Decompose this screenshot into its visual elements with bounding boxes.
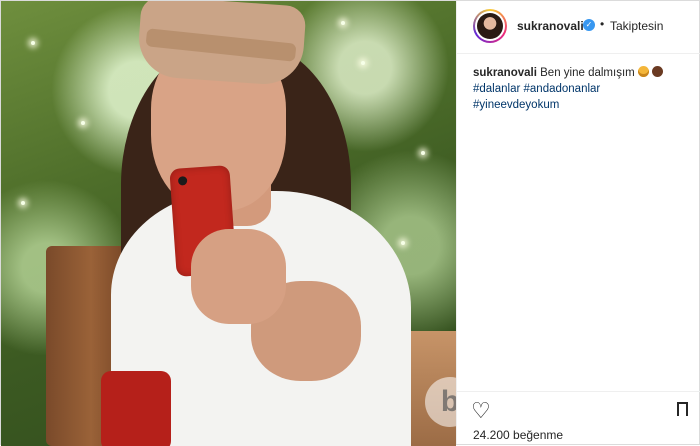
instagram-post: b sukranovali ✓ • Takiptesin sukranovali… (0, 0, 700, 446)
post-header: sukranovali ✓ • Takiptesin (457, 1, 700, 54)
light-sparkle (341, 21, 345, 25)
light-sparkle (421, 151, 425, 155)
avatar[interactable] (473, 9, 507, 43)
username-link[interactable]: sukranovali (517, 19, 584, 33)
light-sparkle (31, 41, 35, 45)
profile-picture (477, 13, 503, 39)
post-photo[interactable]: b (1, 1, 456, 446)
avatar-frame (475, 11, 505, 41)
see-no-evil-monkey-emoji-icon (651, 66, 663, 77)
likes-count[interactable]: 24.200 beğenme (473, 428, 563, 442)
caption-text: Ben yine dalmışım (540, 67, 635, 79)
camera-lens (177, 176, 188, 186)
red-bag (101, 371, 171, 446)
post-caption: sukranovali Ben yine dalmışım #dalanlar … (473, 65, 688, 113)
hand (191, 229, 286, 324)
light-sparkle (361, 61, 365, 65)
light-sparkle (21, 201, 25, 205)
follow-status-button[interactable]: Takiptesin (610, 19, 663, 33)
post-actions: ♡ 24.200 beğenme (457, 391, 700, 444)
separator-dot: • (600, 17, 605, 31)
light-sparkle (401, 241, 405, 245)
light-sparkle (81, 121, 85, 125)
like-heart-icon[interactable]: ♡ (471, 400, 491, 422)
save-bookmark-icon[interactable] (677, 402, 688, 421)
hashtags-link[interactable]: #dalanlar #andadonanlar #yineevdeyokum (473, 83, 600, 111)
post-sidebar: sukranovali ✓ • Takiptesin sukranovali B… (456, 1, 700, 444)
verified-badge-icon: ✓ (583, 19, 595, 31)
caption-username-link[interactable]: sukranovali (473, 67, 537, 79)
grinning-face-emoji-icon (637, 66, 649, 77)
